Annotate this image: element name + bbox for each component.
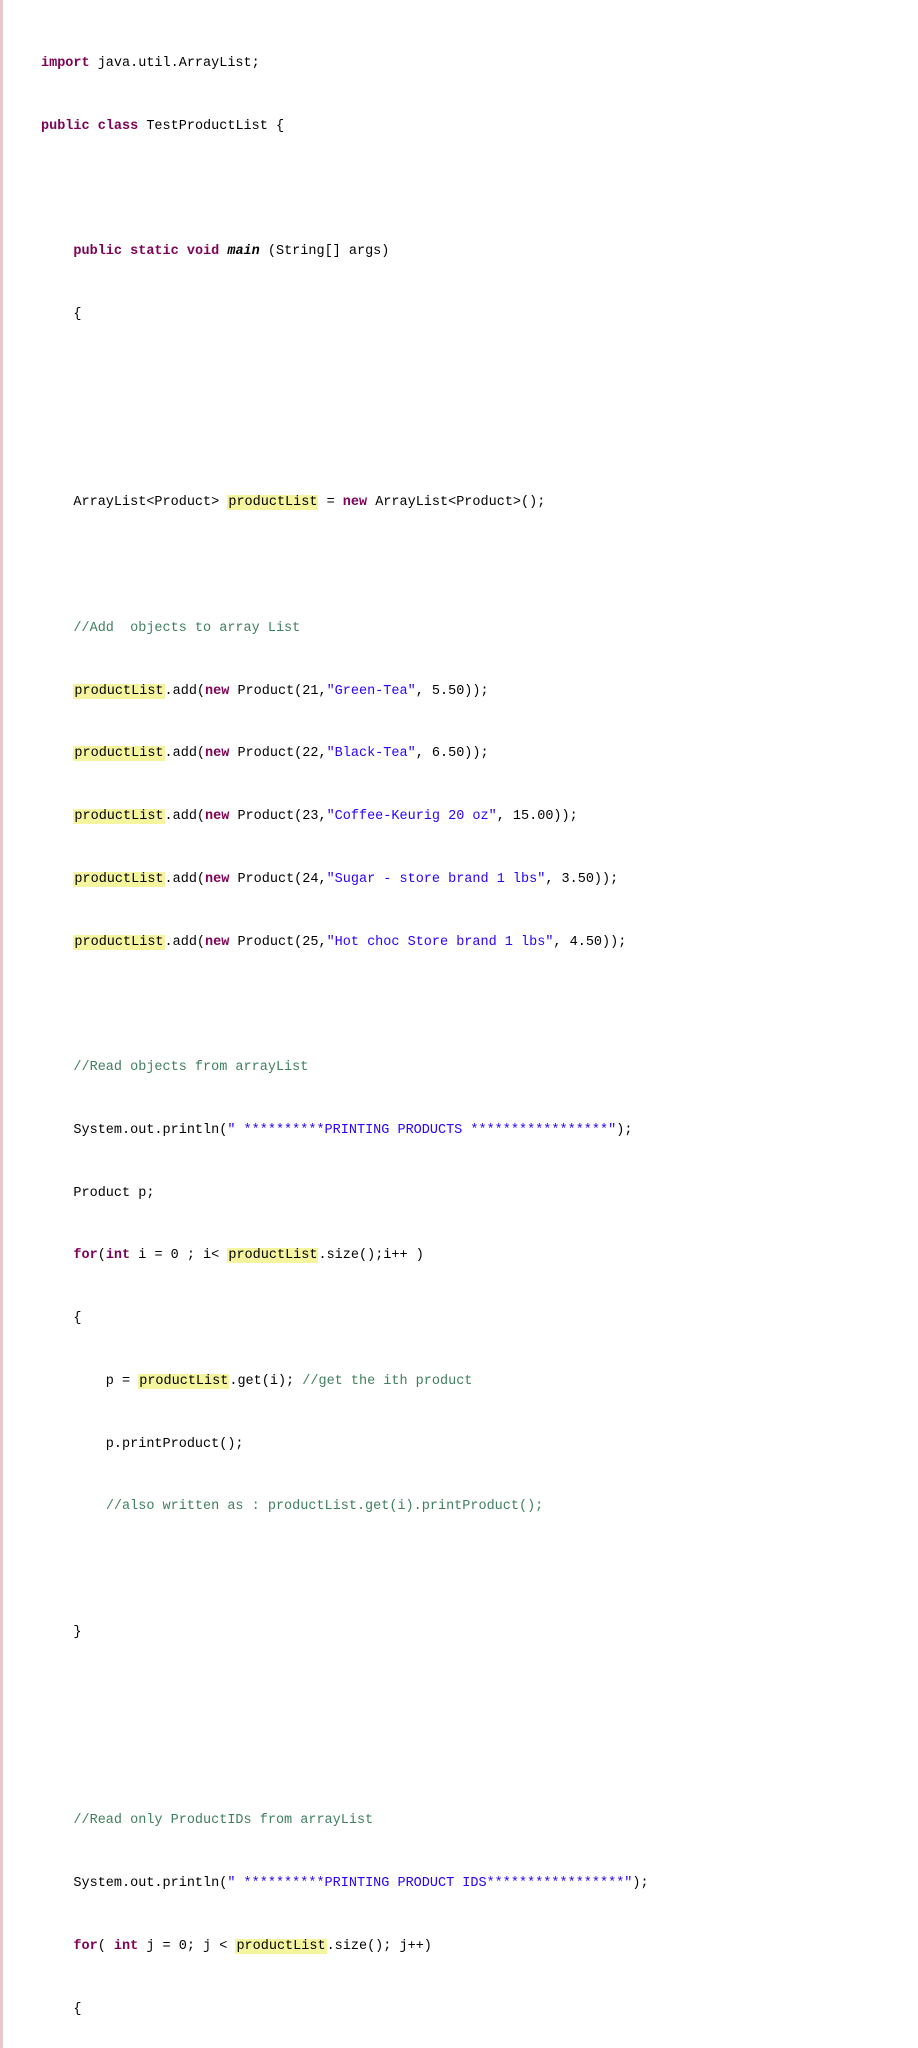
code-container: import java.util.ArrayList; public class…: [0, 0, 918, 2048]
code-line-20: }: [41, 1623, 898, 1644]
code-line-21: //Read only ProductIDs from arrayList: [41, 1811, 898, 1832]
code-line-19: //also written as : productList.get(i).p…: [41, 1497, 898, 1518]
code-line-13: System.out.println(" **********PRINTING …: [41, 1121, 898, 1142]
code-line-24: {: [41, 2000, 898, 2021]
code-line-15: for(int i = 0 ; i< productList.size();i+…: [41, 1246, 898, 1267]
code-line-18: p.printProduct();: [41, 1435, 898, 1456]
code-line-5: ArrayList<Product> productList = new Arr…: [41, 493, 898, 514]
code-block: import java.util.ArrayList; public class…: [3, 12, 918, 2048]
code-line-14: Product p;: [41, 1184, 898, 1205]
code-line-17: p = productList.get(i); //get the ith pr…: [41, 1372, 898, 1393]
code-line-3: public static void main (String[] args): [41, 242, 898, 263]
code-line-7: productList.add(new Product(21,"Green-Te…: [41, 682, 898, 703]
code-line-2: public class TestProductList {: [41, 117, 898, 138]
code-line-12: //Read objects from arrayList: [41, 1058, 898, 1079]
code-line-1: import java.util.ArrayList;: [41, 54, 898, 75]
code-line-9: productList.add(new Product(23,"Coffee-K…: [41, 807, 898, 828]
code-line-11: productList.add(new Product(25,"Hot choc…: [41, 933, 898, 954]
code-line-22: System.out.println(" **********PRINTING …: [41, 1874, 898, 1895]
code-line-4: {: [41, 305, 898, 326]
code-line-6: //Add objects to array List: [41, 619, 898, 640]
code-line-16: {: [41, 1309, 898, 1330]
code-line-23: for( int j = 0; j < productList.size(); …: [41, 1937, 898, 1958]
code-line-8: productList.add(new Product(22,"Black-Te…: [41, 744, 898, 765]
code-line-10: productList.add(new Product(24,"Sugar - …: [41, 870, 898, 891]
